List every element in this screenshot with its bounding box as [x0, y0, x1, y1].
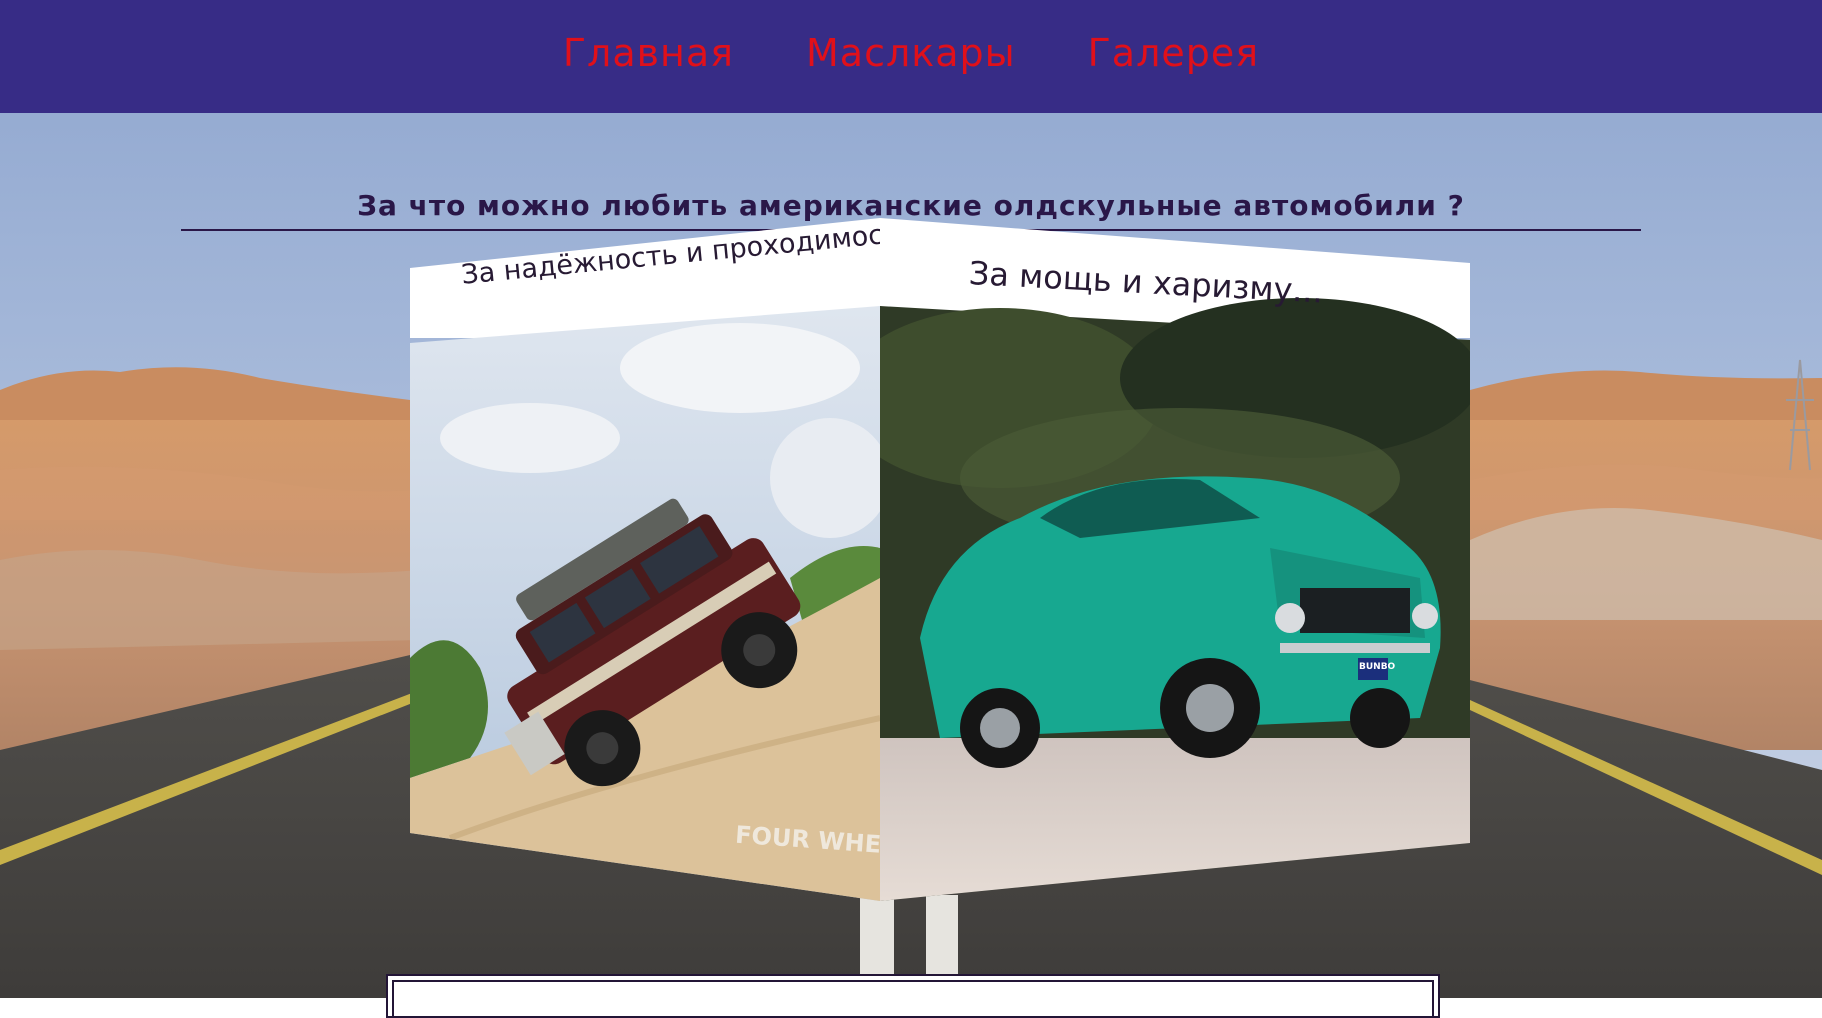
- nav-link-gallery[interactable]: Галерея: [1088, 31, 1260, 83]
- nav-link-muscle-cars[interactable]: Маслкары: [806, 31, 1016, 83]
- top-navigation: Главная Маслкары Галерея: [0, 0, 1822, 113]
- license-plate: BUNBO: [1359, 662, 1396, 672]
- cube-face-left: За надёжность и проходимость... FOUR WHE…: [410, 218, 880, 901]
- nav-link-home[interactable]: Главная: [563, 31, 734, 83]
- page-title: За что можно любить американские олдскул…: [357, 188, 1465, 222]
- cube-face-right: За мощь и харизму... BUNBO: [880, 218, 1470, 901]
- content-box: [386, 974, 1440, 1018]
